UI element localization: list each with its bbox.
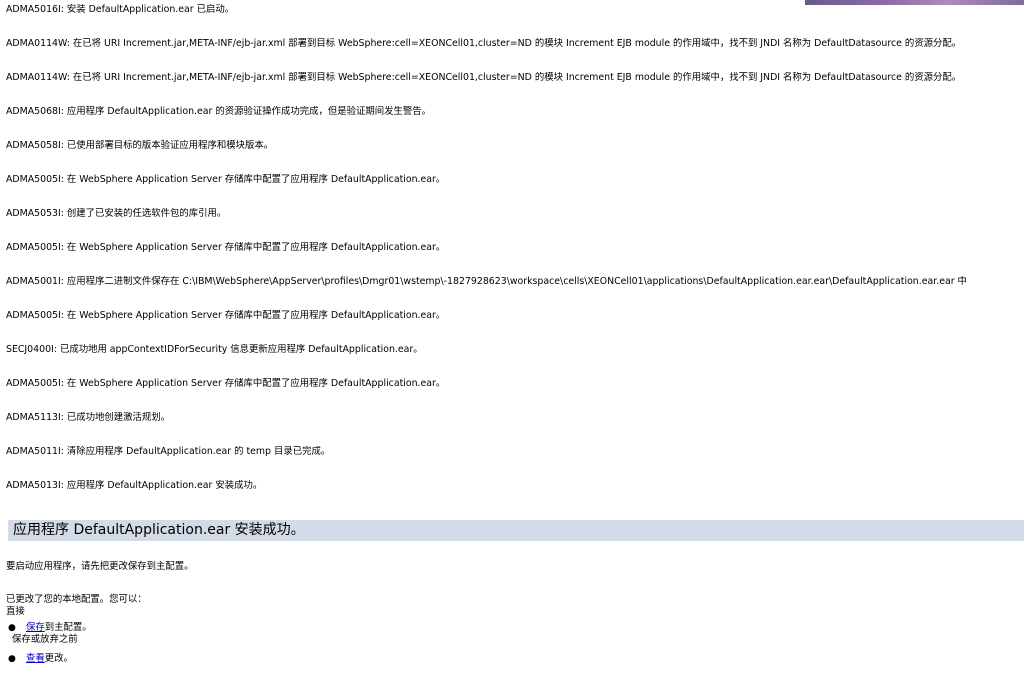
log-line: ADMA5005I: 在 WebSphere Application Serve… [6, 174, 446, 185]
log-line: SECJ0400I: 已成功地用 appContextIDForSecurity… [6, 344, 423, 355]
log-line: ADMA0114W: 在已将 URI Increment.jar,META-IN… [6, 38, 962, 49]
before-save-label: 保存或放弃之前 [12, 634, 78, 645]
review-option: ● 查看更改。 [8, 653, 73, 665]
bullet-icon: ● [8, 654, 16, 664]
log-line: ADMA5001I: 应用程序二进制文件保存在 C:\IBM\WebSphere… [6, 276, 967, 287]
log-line: ADMA5058I: 已使用部署目标的版本验证应用程序和模块版本。 [6, 140, 274, 151]
success-banner: 应用程序 DefaultApplication.ear 安装成功。 [8, 520, 1024, 541]
log-line: ADMA5005I: 在 WebSphere Application Serve… [6, 310, 446, 321]
install-result-page: ADMA5016I: 安装 DefaultApplication.ear 已启动… [0, 0, 1024, 677]
review-link[interactable]: 查看 [26, 653, 45, 664]
save-option: ● 保存到主配置。 [8, 622, 92, 634]
bullet-icon: ● [8, 623, 16, 633]
save-option-suffix: 到主配置。 [44, 622, 92, 633]
install-log: ADMA5016I: 安装 DefaultApplication.ear 已启动… [6, 4, 1020, 514]
log-line: ADMA5113I: 已成功地创建激活规划。 [6, 412, 171, 423]
save-link[interactable]: 保存 [26, 622, 45, 633]
log-line: ADMA5053I: 创建了已安装的任选软件包的库引用。 [6, 208, 227, 219]
log-line: ADMA5011I: 清除应用程序 DefaultApplication.ear… [6, 446, 331, 457]
log-line: ADMA5005I: 在 WebSphere Application Serve… [6, 242, 446, 253]
log-line: ADMA5005I: 在 WebSphere Application Serve… [6, 378, 446, 389]
review-option-suffix: 更改。 [44, 653, 73, 664]
log-line: ADMA5013I: 应用程序 DefaultApplication.ear 安… [6, 480, 263, 491]
restart-notice: 要启动应用程序，请先把更改保存到主配置。 [6, 561, 194, 572]
log-line: ADMA5068I: 应用程序 DefaultApplication.ear 的… [6, 106, 431, 117]
log-line: ADMA0114W: 在已将 URI Increment.jar,META-IN… [6, 72, 962, 83]
log-line: ADMA5016I: 安装 DefaultApplication.ear 已启动… [6, 4, 235, 15]
config-changed-notice: 已更改了您的本地配置。您可以： [6, 594, 147, 605]
direct-label: 直接 [6, 606, 25, 617]
